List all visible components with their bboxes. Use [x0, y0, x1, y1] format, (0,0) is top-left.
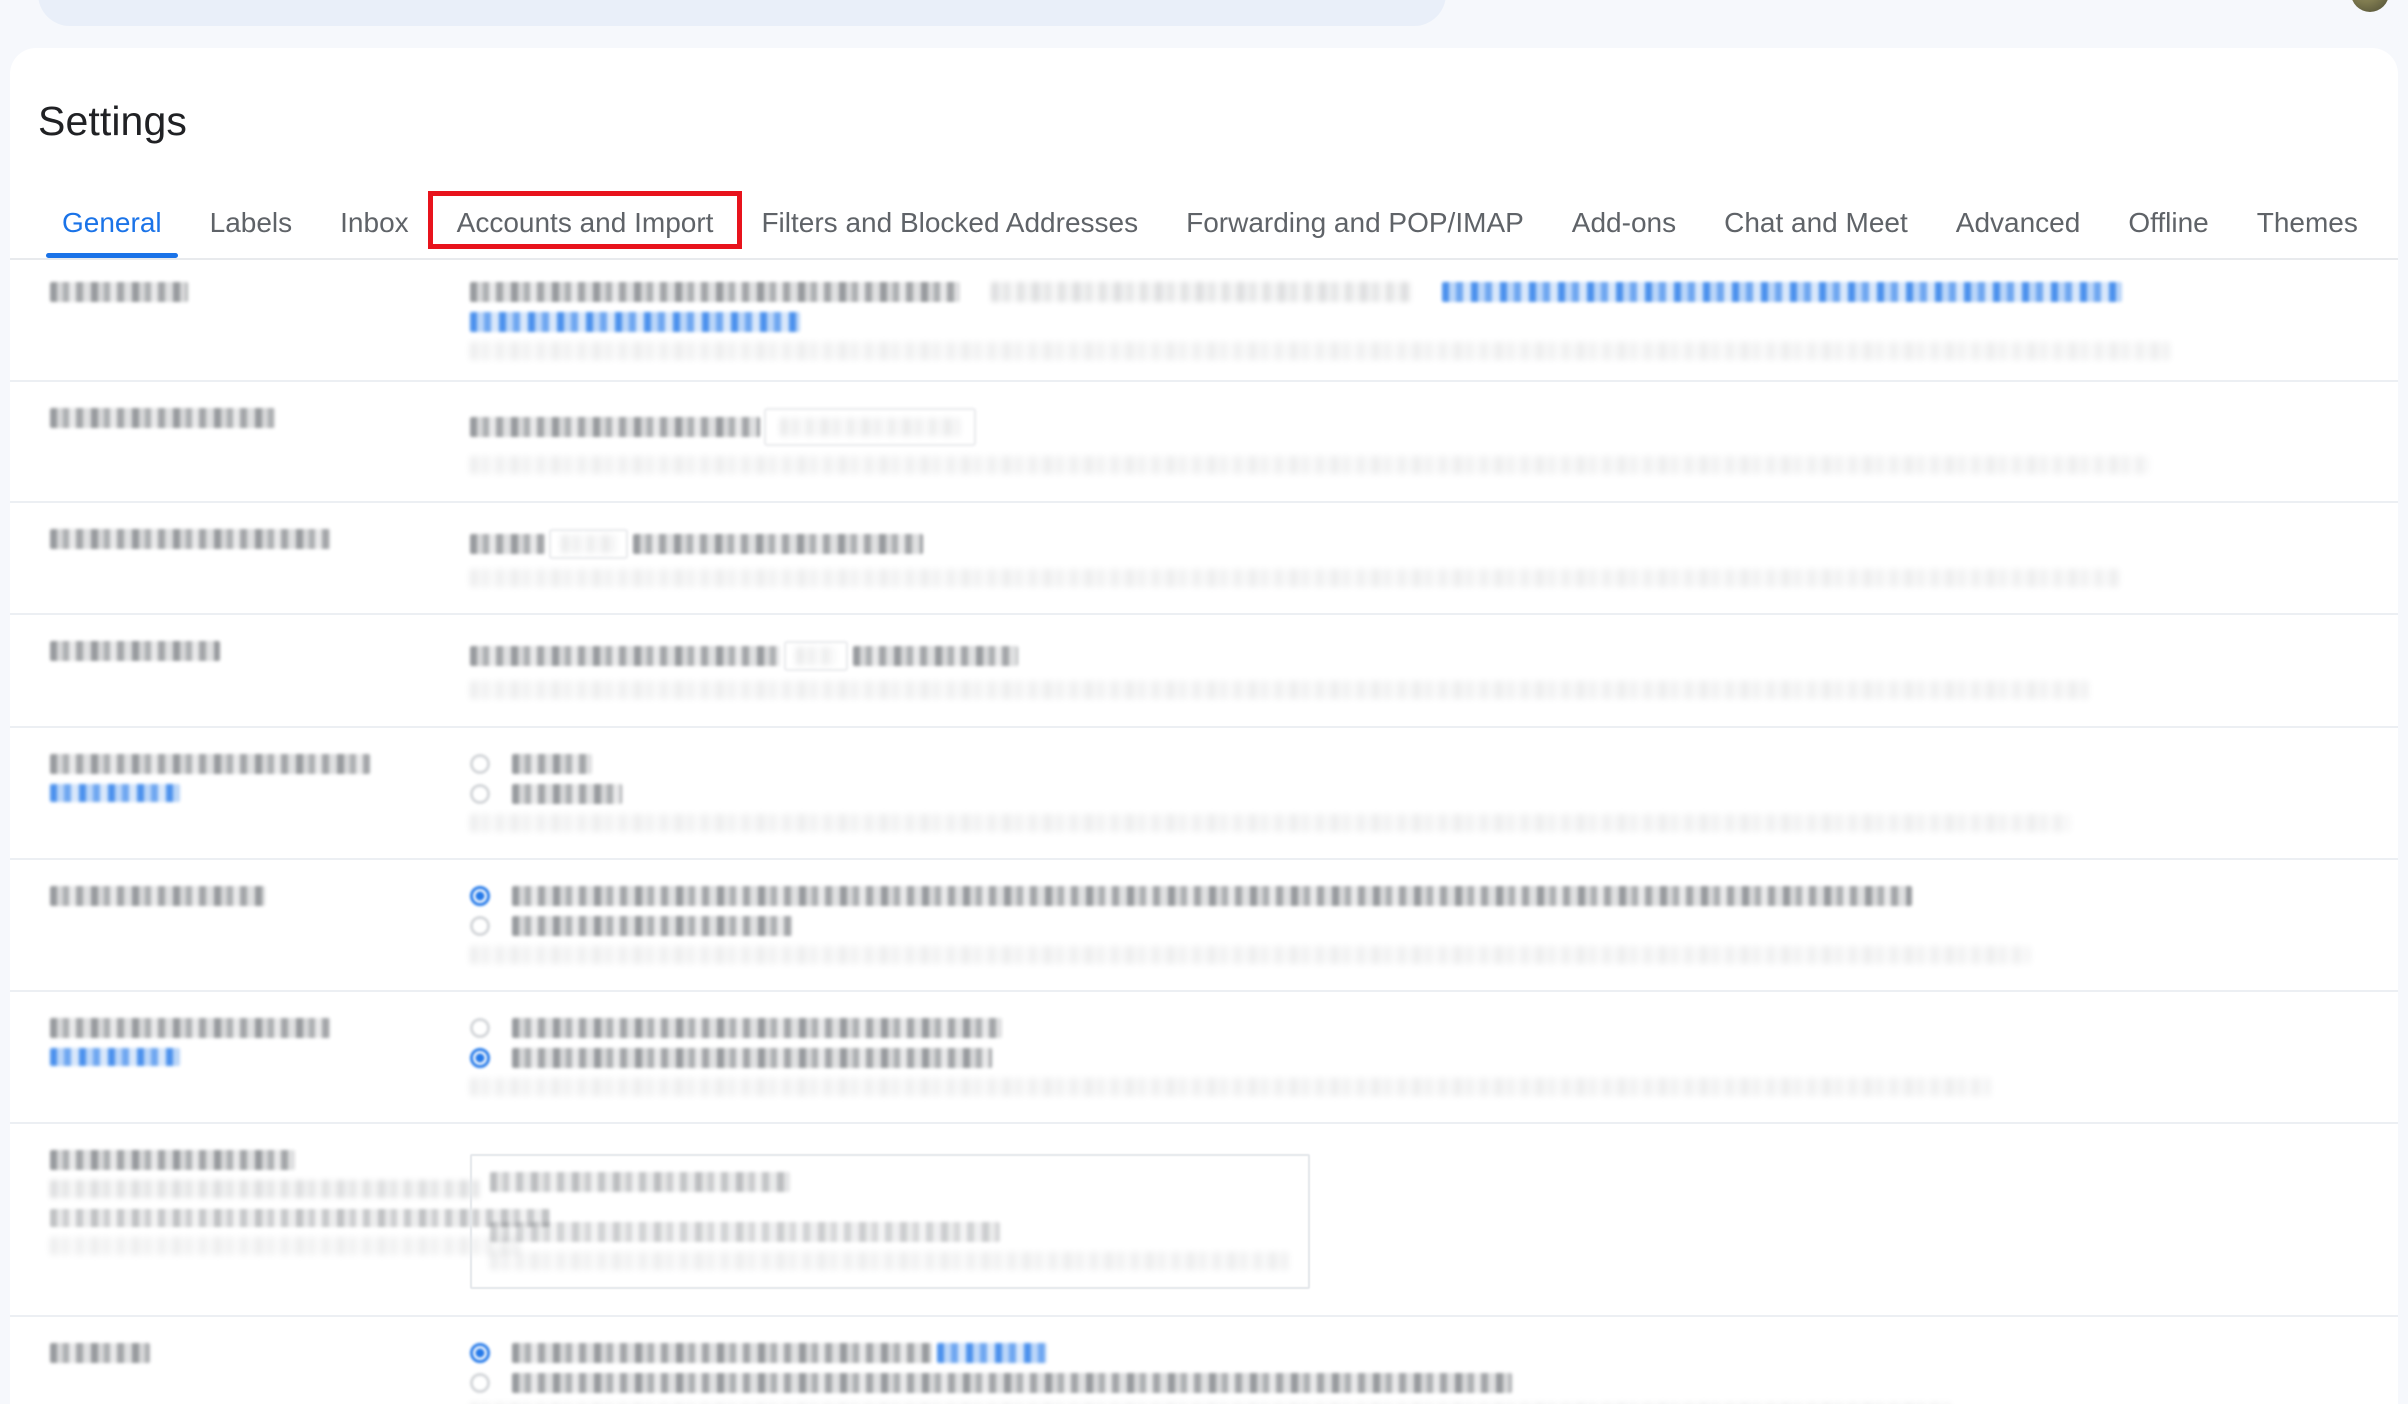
- avatar[interactable]: [2351, 0, 2389, 12]
- setting-label-language: [10, 282, 470, 360]
- tab-accounts-and-import[interactable]: Accounts and Import: [427, 191, 743, 249]
- tab-filters-and-blocked-addresses[interactable]: Filters and Blocked Addresses: [737, 196, 1162, 244]
- setting-control-language[interactable]: [470, 282, 2398, 360]
- radio-reply-all[interactable]: [470, 783, 490, 804]
- setting-control-phone-numbers[interactable]: [470, 408, 2398, 475]
- setting-label-phone-numbers: [10, 408, 470, 474]
- active-tab-underline: [46, 253, 178, 258]
- tab-advanced-label: Advanced: [1955, 207, 2081, 238]
- radio-show-snippets[interactable]: [470, 1342, 490, 1363]
- setting-control-hover-actions[interactable]: [470, 885, 2398, 964]
- tab-add-ons[interactable]: Add-ons: [1548, 196, 1700, 244]
- tab-offline[interactable]: Offline: [2104, 196, 2232, 244]
- tab-chat-and-meet[interactable]: Chat and Meet: [1700, 196, 1932, 244]
- setting-control-maximum-page-size[interactable]: [470, 528, 2398, 587]
- browser-top-strip: [0, 0, 2408, 48]
- tab-general[interactable]: General: [38, 196, 186, 258]
- tab-forwarding-and-pop-imap[interactable]: Forwarding and POP/IMAP: [1162, 196, 1548, 244]
- settings-card: Settings General Labels Inbox Accounts a…: [10, 48, 2398, 1404]
- setting-row-undo-send: [10, 615, 2398, 728]
- tab-themes-label: Themes: [2256, 207, 2358, 238]
- radio-show-send-archive[interactable]: [470, 1018, 490, 1039]
- setting-row-phone-numbers: [10, 382, 2398, 503]
- setting-control-undo-send[interactable]: [470, 641, 2398, 700]
- settings-tab-bar: General Labels Inbox Accounts and Import…: [10, 191, 2398, 260]
- setting-row-signature: [10, 1124, 2398, 1317]
- setting-row-send-and-archive: [10, 992, 2398, 1125]
- settings-tab-list: General Labels Inbox Accounts and Import…: [38, 191, 2382, 258]
- radio-no-snippets[interactable]: [470, 1372, 490, 1393]
- tab-forwarding-label: Forwarding and POP/IMAP: [1186, 207, 1524, 238]
- setting-label-default-reply-behavior: [10, 753, 470, 832]
- setting-label-maximum-page-size: [10, 528, 470, 587]
- tab-inbox[interactable]: Inbox: [316, 196, 433, 244]
- setting-control-send-and-archive[interactable]: [470, 1018, 2398, 1097]
- tab-filters-label: Filters and Blocked Addresses: [761, 207, 1139, 238]
- setting-control-signature[interactable]: [470, 1150, 2398, 1289]
- setting-label-undo-send: [10, 641, 470, 699]
- setting-label-signature: [10, 1150, 550, 1288]
- setting-row-hover-actions: [10, 860, 2398, 993]
- radio-enable-hover-actions[interactable]: [470, 885, 490, 906]
- tab-advanced[interactable]: Advanced: [1932, 196, 2105, 244]
- tab-chat-and-meet-label: Chat and Meet: [1724, 207, 1908, 238]
- setting-label-send-and-archive: [10, 1018, 470, 1096]
- tab-labels-label: Labels: [209, 207, 293, 238]
- tab-general-label: General: [62, 207, 162, 238]
- tab-offline-label: Offline: [2128, 207, 2209, 238]
- setting-row-language: [10, 260, 2398, 383]
- signature-box[interactable]: [470, 1154, 1310, 1289]
- setting-row-maximum-page-size: [10, 503, 2398, 616]
- radio-reply[interactable]: [470, 753, 490, 774]
- tab-labels[interactable]: Labels: [186, 196, 317, 244]
- search-bar-sliver[interactable]: [38, 0, 1446, 26]
- setting-control-snippets[interactable]: [470, 1342, 2398, 1404]
- tab-themes[interactable]: Themes: [2233, 196, 2382, 244]
- page-title: Settings: [38, 98, 187, 144]
- setting-label-hover-actions: [10, 885, 470, 964]
- tab-inbox-label: Inbox: [340, 207, 409, 238]
- radio-disable-hover-actions[interactable]: [470, 915, 490, 936]
- radio-hide-send-archive[interactable]: [470, 1048, 490, 1069]
- setting-row-snippets: [10, 1317, 2398, 1404]
- tab-add-ons-label: Add-ons: [1571, 207, 1677, 238]
- settings-rows: [10, 260, 2398, 1404]
- setting-label-snippets: [10, 1342, 470, 1404]
- tab-accounts-and-import-label: Accounts and Import: [456, 207, 714, 238]
- setting-control-default-reply-behavior[interactable]: [470, 753, 2398, 832]
- setting-row-default-reply-behavior: [10, 728, 2398, 860]
